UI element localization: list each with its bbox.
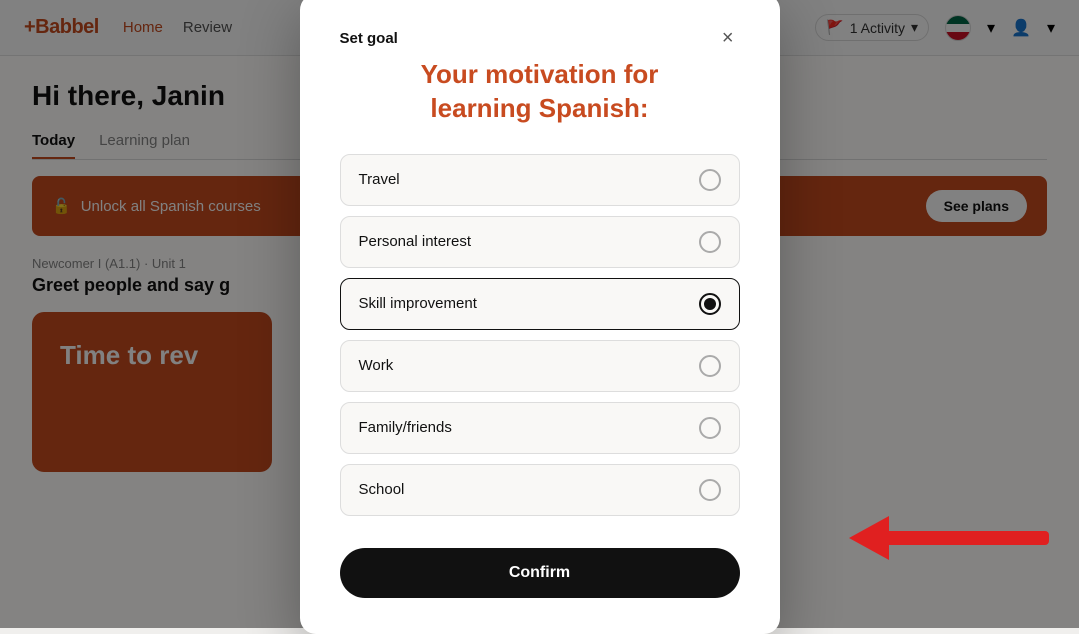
radio-travel [699, 169, 721, 191]
arrow-annotation [849, 516, 1049, 560]
radio-inner-dot [704, 298, 716, 310]
radio-work [699, 355, 721, 377]
radio-family-friends [699, 417, 721, 439]
radio-skill-improvement [699, 293, 721, 315]
motivation-options: Travel Personal interest Skill improveme… [340, 154, 740, 516]
option-personal-interest-label: Personal interest [359, 233, 472, 250]
option-school[interactable]: School [340, 464, 740, 516]
option-school-label: School [359, 481, 405, 498]
option-personal-interest[interactable]: Personal interest [340, 216, 740, 268]
modal-header: Set goal × [340, 26, 740, 50]
modal-close-button[interactable]: × [716, 26, 740, 50]
option-work-label: Work [359, 357, 394, 374]
option-skill-improvement[interactable]: Skill improvement [340, 278, 740, 330]
set-goal-modal: Set goal × Your motivation forlearning S… [300, 0, 780, 634]
radio-school [699, 479, 721, 501]
option-travel-label: Travel [359, 171, 400, 188]
option-work[interactable]: Work [340, 340, 740, 392]
option-travel[interactable]: Travel [340, 154, 740, 206]
radio-personal-interest [699, 231, 721, 253]
option-family-friends[interactable]: Family/friends [340, 402, 740, 454]
arrow-head [849, 516, 889, 560]
option-family-friends-label: Family/friends [359, 419, 452, 436]
arrow-body [889, 531, 1049, 545]
confirm-button[interactable]: Confirm [340, 548, 740, 598]
option-skill-improvement-label: Skill improvement [359, 295, 477, 312]
modal-title: Set goal [340, 30, 398, 47]
modal-heading: Your motivation forlearning Spanish: [340, 58, 740, 126]
